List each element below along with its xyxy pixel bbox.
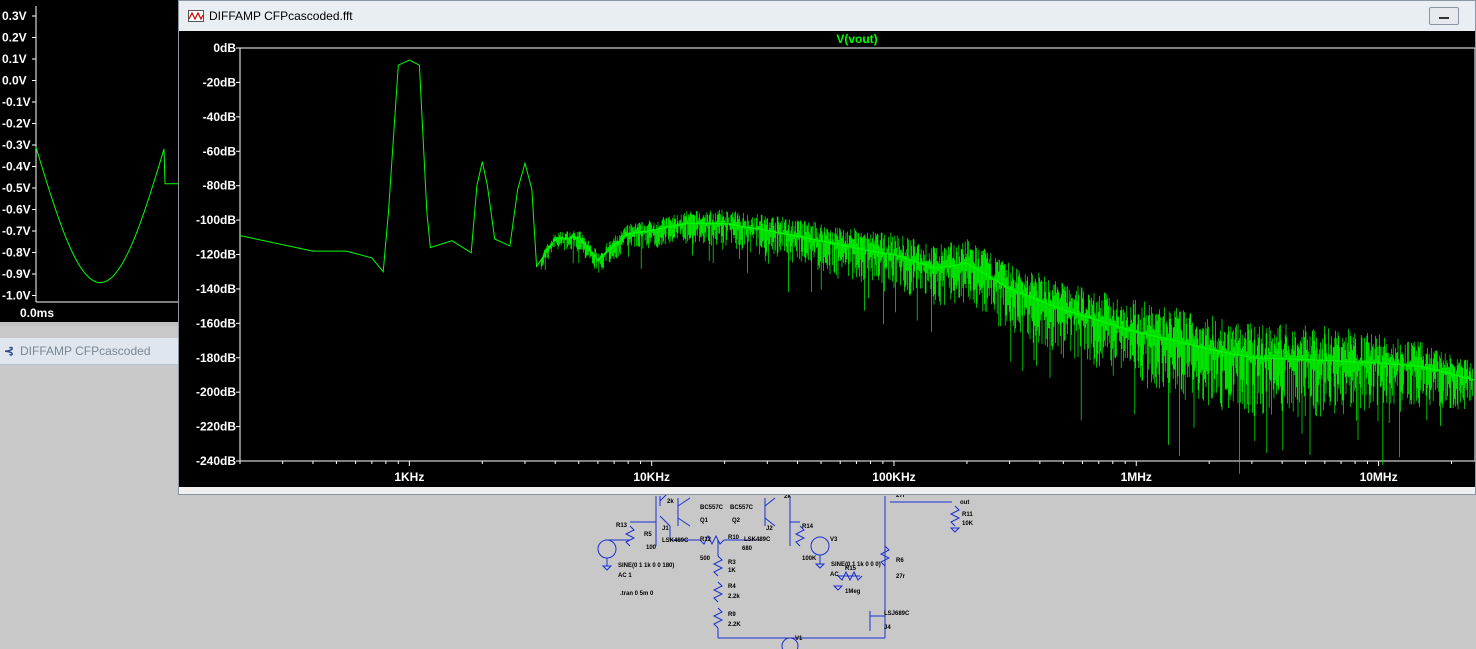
fft-window-title: DIFFAMP CFPcascoded.fft: [209, 9, 353, 23]
schematic-label: 10K: [962, 521, 974, 527]
transient-y-tick-13: -1.0V: [2, 289, 31, 303]
schematic-label: SINE(0 1 1k 0 0 180): [618, 563, 674, 569]
transient-y-tick-12: -0.9V: [2, 267, 31, 281]
transient-y-tick-3: 0.0V: [2, 74, 27, 88]
schematic-label: BC557C: [700, 505, 724, 511]
y-tick-label-1: -20dB: [203, 75, 237, 89]
transient-y-tick-5: -0.2V: [2, 117, 31, 131]
fft-chart[interactable]: V(vout) 0dB -20dB -40dB -60dB -80dB -100dB -12…: [179, 31, 1475, 487]
schematic-label: BC557C: [730, 505, 754, 511]
schematic-label: LSK489C: [744, 537, 771, 543]
schematic-label: R6: [896, 558, 904, 564]
x-tick-label-0: 1KHz: [394, 470, 424, 484]
x-tick-label-4: 10MHz: [1360, 470, 1398, 484]
schematic-label: R4: [728, 584, 736, 590]
schematic-label: R12: [700, 537, 712, 543]
schematic-label: AC: [830, 572, 839, 578]
schematic-label: R13: [616, 523, 628, 529]
y-tick-label-0: 0dB: [213, 41, 236, 55]
fft-titlebar[interactable]: DIFFAMP CFPcascoded.fft: [179, 1, 1475, 32]
schematic-label: 1K: [728, 568, 736, 574]
schematic-wires: [597, 490, 961, 649]
schematic-label: LSK489C: [662, 538, 689, 544]
schematic-label: 2k: [667, 499, 674, 505]
schematic-label: AC 1: [618, 573, 632, 579]
schematic-label: 2.2K: [728, 622, 741, 628]
y-tick-label-7: -140dB: [196, 282, 236, 296]
schematic-label: 27r: [896, 574, 906, 580]
transient-y-tick-2: 0.1V: [2, 52, 27, 66]
transient-trace: [35, 147, 180, 284]
fft-trace-series: [239, 59, 1475, 381]
transient-y-tick-10: -0.7V: [2, 224, 31, 238]
fft-plot-pane[interactable]: V(vout) 0dB -20dB -40dB -60dB -80dB -100dB -12…: [179, 31, 1475, 487]
schematic-label: V1: [795, 636, 803, 642]
minimize-button[interactable]: [1429, 7, 1459, 25]
transient-y-tick-8: -0.5V: [2, 181, 31, 195]
schematic-label: R10: [728, 535, 740, 541]
fft-trace-noise: [540, 209, 1473, 474]
x-tick-label-1: 10KHz: [633, 470, 670, 484]
schematic-label: LSJ689C: [884, 611, 910, 617]
transient-y-tick-0: 0.3V: [2, 9, 27, 23]
schematic-label: R5: [644, 532, 652, 538]
y-tick-label-9: -180dB: [196, 351, 236, 365]
schematic-label: R15: [845, 566, 857, 572]
schematic-label: 100: [646, 545, 657, 551]
schematic-label: R14: [802, 524, 814, 530]
transient-plot-window[interactable]: 0.3V 0.2V 0.1V 0.0V -0.1V -0.2V -0.3V -0.4V -0.5…: [0, 0, 190, 322]
transient-y-tick-9: -0.6V: [2, 203, 31, 217]
y-tick-label-6: -120dB: [196, 248, 236, 262]
y-tick-label-12: -240dB: [196, 454, 236, 468]
schematic-label: 100K: [802, 556, 817, 562]
schematic-label: 680: [742, 546, 753, 552]
schematic-label: V3: [830, 537, 838, 543]
schematic-label: J1: [662, 526, 669, 532]
fft-noise-path: [540, 209, 1473, 474]
trace-name-label[interactable]: V(vout): [836, 32, 877, 46]
schematic-label: R11: [962, 512, 973, 518]
schematic-label: R3: [728, 560, 736, 566]
schematic-label: 2.2k: [728, 594, 740, 600]
transient-y-tick-11: -0.8V: [2, 246, 31, 260]
schematic-label: Q2: [732, 518, 741, 524]
schematic-label: J2: [766, 526, 773, 532]
schematic-label: J4: [884, 625, 891, 631]
transient-y-tick-6: -0.3V: [2, 138, 31, 152]
y-tick-label-10: -200dB: [196, 385, 236, 399]
y-tick-label-4: -80dB: [203, 179, 237, 193]
y-tick-label-11: -220dB: [196, 420, 236, 434]
schematic-label: 1Meg: [845, 589, 861, 595]
schematic-label: out: [960, 500, 969, 506]
source-v2: [597, 539, 617, 559]
schematic-label: Q1: [700, 518, 709, 524]
waveform-icon: [188, 10, 204, 22]
y-tick-label-5: -100dB: [196, 213, 236, 227]
source-v3: [810, 536, 830, 556]
x-tick-label-3: 1MHz: [1121, 470, 1152, 484]
y-tick-label-2: -40dB: [203, 110, 237, 124]
y-tick-label-8: -160dB: [196, 316, 236, 330]
minimize-icon: [1439, 17, 1449, 19]
y-tick-label-3: -60dB: [203, 144, 237, 158]
fft-window[interactable]: DIFFAMP CFPcascoded.fft V(vout) 0dB -20dB…: [178, 0, 1476, 495]
x-tick-label-2: 100KHz: [872, 470, 915, 484]
transient-y-tick-1: 0.2V: [2, 31, 27, 45]
schematic-label: R9: [728, 612, 736, 618]
transient-y-tick-7: -0.4V: [2, 160, 31, 174]
schematic-label: .tran 0 5m 0: [620, 591, 654, 597]
transient-x-tick-0: 0.0ms: [20, 306, 54, 320]
transient-plot[interactable]: 0.3V 0.2V 0.1V 0.0V -0.1V -0.2V -0.3V -0.4V -0.5…: [0, 0, 190, 322]
transient-y-tick-4: -0.1V: [2, 95, 31, 109]
schematic-label: 500: [700, 556, 711, 562]
